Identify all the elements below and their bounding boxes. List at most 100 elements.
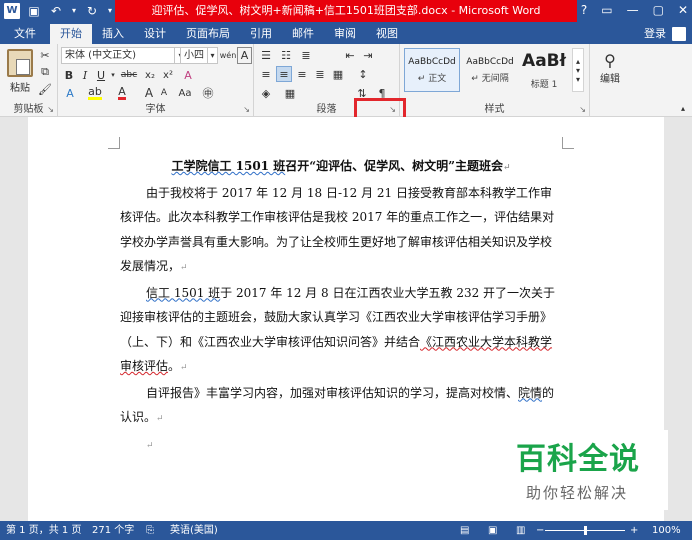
tab-insert[interactable]: 插入	[92, 24, 134, 44]
phonetic-circle-icon[interactable]: ㊥	[200, 85, 216, 101]
paragraph-mark: ↵	[503, 163, 511, 173]
tab-home[interactable]: 开始	[50, 24, 92, 44]
redo-icon[interactable]: ↻	[84, 3, 100, 19]
watermark-subtitle: 助你轻松解决	[526, 484, 629, 502]
proofing-icon[interactable]: ⎘	[146, 521, 154, 540]
font-size-value: 小四	[180, 47, 208, 64]
undo-dropdown-icon[interactable]: ▾	[70, 3, 78, 19]
clear-formatting-button[interactable]: A	[180, 67, 196, 83]
style-normal[interactable]: AaBbCcDd ↵ 正文	[404, 48, 460, 92]
style-sample: AaBł	[522, 51, 566, 71]
avatar[interactable]	[672, 27, 686, 41]
web-layout-icon[interactable]: ▥	[516, 521, 525, 540]
multilevel-list-icon[interactable]: ≣	[298, 47, 314, 63]
cut-icon[interactable]: ✂	[38, 48, 52, 62]
font-launcher-icon[interactable]: ↘	[243, 105, 250, 114]
document-body[interactable]: 工学院信工 1501 班召开“迎评估、促学风、树文明”主题班会↵ 由于我校将于 …	[120, 154, 562, 458]
read-mode-icon[interactable]: ▤	[460, 521, 469, 540]
styles-launcher-icon[interactable]: ↘	[579, 105, 586, 114]
zoom-in-button[interactable]: +	[630, 521, 638, 540]
style-heading-1[interactable]: AaBł 标题 1	[518, 48, 570, 92]
editing-button[interactable]: ⚲ 编辑	[596, 48, 624, 88]
clipboard-launcher-icon[interactable]: ↘	[47, 105, 54, 114]
tab-file[interactable]: 文件	[0, 24, 50, 44]
styles-group-label: 样式	[484, 104, 505, 115]
binoculars-icon: ⚲	[604, 51, 616, 70]
language[interactable]: 英语(美国)	[170, 521, 218, 540]
align-right-icon[interactable]: ≡	[294, 66, 310, 82]
shading-icon[interactable]: ◈	[258, 85, 274, 101]
watermark-title: 百科全说	[516, 442, 640, 477]
clipboard-icon	[7, 48, 33, 77]
tab-review[interactable]: 审阅	[324, 24, 366, 44]
copy-icon[interactable]: ⧉	[38, 65, 52, 79]
bullets-icon[interactable]: ☰	[258, 47, 274, 63]
tab-references[interactable]: 引用	[240, 24, 282, 44]
numbering-icon[interactable]: ☷	[278, 47, 294, 63]
tab-design[interactable]: 设计	[134, 24, 176, 44]
quick-access-toolbar: W ▣ ↶ ▾ ↻ ▾	[4, 3, 114, 19]
style-sample: AaBbCcDd	[466, 57, 514, 67]
page-count[interactable]: 第 1 页，共 1 页	[6, 521, 81, 540]
undo-icon[interactable]: ↶	[48, 3, 64, 19]
title-bar: W ▣ ↶ ▾ ↻ ▾ 迎评估、促学风、树文明+新闻稿+信工1501班团支部.d…	[0, 0, 692, 24]
font-name-select[interactable]: 宋体 (中文正文) ▾	[61, 47, 187, 64]
style-sample: AaBbCcDd	[408, 57, 456, 67]
shrink-font-button[interactable]: A	[157, 85, 171, 101]
title-part-2: 召开“迎评估、促学风、树文明”主题班会	[285, 159, 504, 173]
strikethrough-button[interactable]: abc	[119, 67, 139, 83]
ribbon-tabs-bar: 文件 开始 插入 设计 页面布局 引用 邮件 审阅 视图 登录	[0, 24, 692, 44]
style-no-spacing[interactable]: AaBbCcDd ↵ 无间隔	[462, 48, 518, 92]
zoom-level[interactable]: 100%	[652, 521, 681, 540]
window-controls: ? ▭ — ▢ ✕	[581, 3, 688, 17]
justify-icon[interactable]: ≣	[312, 66, 328, 82]
italic-button[interactable]: I	[78, 67, 92, 83]
styles-scroll[interactable]: ▴ ▾ ▾	[572, 48, 584, 92]
paste-label: 粘贴	[10, 82, 30, 94]
text-effects-icon[interactable]: A	[62, 85, 78, 101]
minimize-button[interactable]: —	[627, 3, 639, 17]
font-size-select[interactable]: 小四 ▾	[180, 47, 218, 64]
style-name: ↵ 无间隔	[471, 74, 509, 84]
login-link[interactable]: 登录	[644, 24, 666, 44]
close-button[interactable]: ✕	[678, 3, 688, 17]
distributed-icon[interactable]: ▦	[330, 66, 346, 82]
align-center-icon[interactable]: ≡	[276, 66, 292, 82]
ribbon-display-options-button[interactable]: ▭	[601, 3, 612, 17]
format-painter-icon[interactable]: 🖌	[38, 82, 52, 96]
line-spacing-icon[interactable]: ↕	[354, 66, 372, 82]
increase-indent-icon[interactable]: ⇥	[360, 47, 376, 63]
paragraph-1-text: 由于我校将于 2017 年 12 月 18 日-12 月 21 日接受教育部本科…	[120, 185, 555, 274]
chevron-down-icon: ▾	[208, 47, 218, 64]
borders-icon[interactable]: ▦	[282, 85, 298, 101]
subscript-button[interactable]: x₂	[142, 67, 158, 83]
change-case-button[interactable]: Aa	[176, 85, 194, 101]
zoom-out-button[interactable]: −	[536, 521, 544, 540]
font-color-icon[interactable]: A	[114, 85, 130, 101]
paste-button[interactable]: 粘贴	[6, 48, 34, 94]
tab-mailings[interactable]: 邮件	[282, 24, 324, 44]
zoom-slider-thumb[interactable]	[584, 526, 587, 535]
align-left-icon[interactable]: ≡	[258, 66, 274, 82]
paragraph-3: 自评报告》丰富学习内容，加强对审核评估知识的学习，提高对校情、院情的认识。↵	[120, 381, 562, 432]
customize-qat-icon[interactable]: ▾	[106, 3, 114, 19]
help-button[interactable]: ?	[581, 3, 587, 17]
collapse-ribbon-icon[interactable]: ▴	[678, 102, 688, 114]
word-count[interactable]: 271 个字	[92, 521, 134, 540]
superscript-button[interactable]: x²	[160, 67, 176, 83]
underline-dropdown-icon[interactable]: ▾	[108, 67, 118, 83]
maximize-button[interactable]: ▢	[653, 3, 664, 17]
underline-button[interactable]: U	[94, 67, 108, 83]
style-name: ↵ 正文	[417, 74, 447, 84]
bold-button[interactable]: B	[62, 67, 76, 83]
phonetic-guide-button[interactable]: wén	[220, 47, 237, 64]
paragraph-mark: ↵	[180, 363, 188, 373]
highlight-icon[interactable]: ab	[86, 85, 104, 101]
decrease-indent-icon[interactable]: ⇤	[342, 47, 358, 63]
print-layout-icon[interactable]: ▣	[488, 521, 497, 540]
char-border-button[interactable]: A	[237, 47, 252, 64]
grow-font-button[interactable]: A	[142, 85, 156, 101]
save-icon[interactable]: ▣	[26, 3, 42, 19]
tab-page-layout[interactable]: 页面布局	[176, 24, 240, 44]
tab-view[interactable]: 视图	[366, 24, 408, 44]
